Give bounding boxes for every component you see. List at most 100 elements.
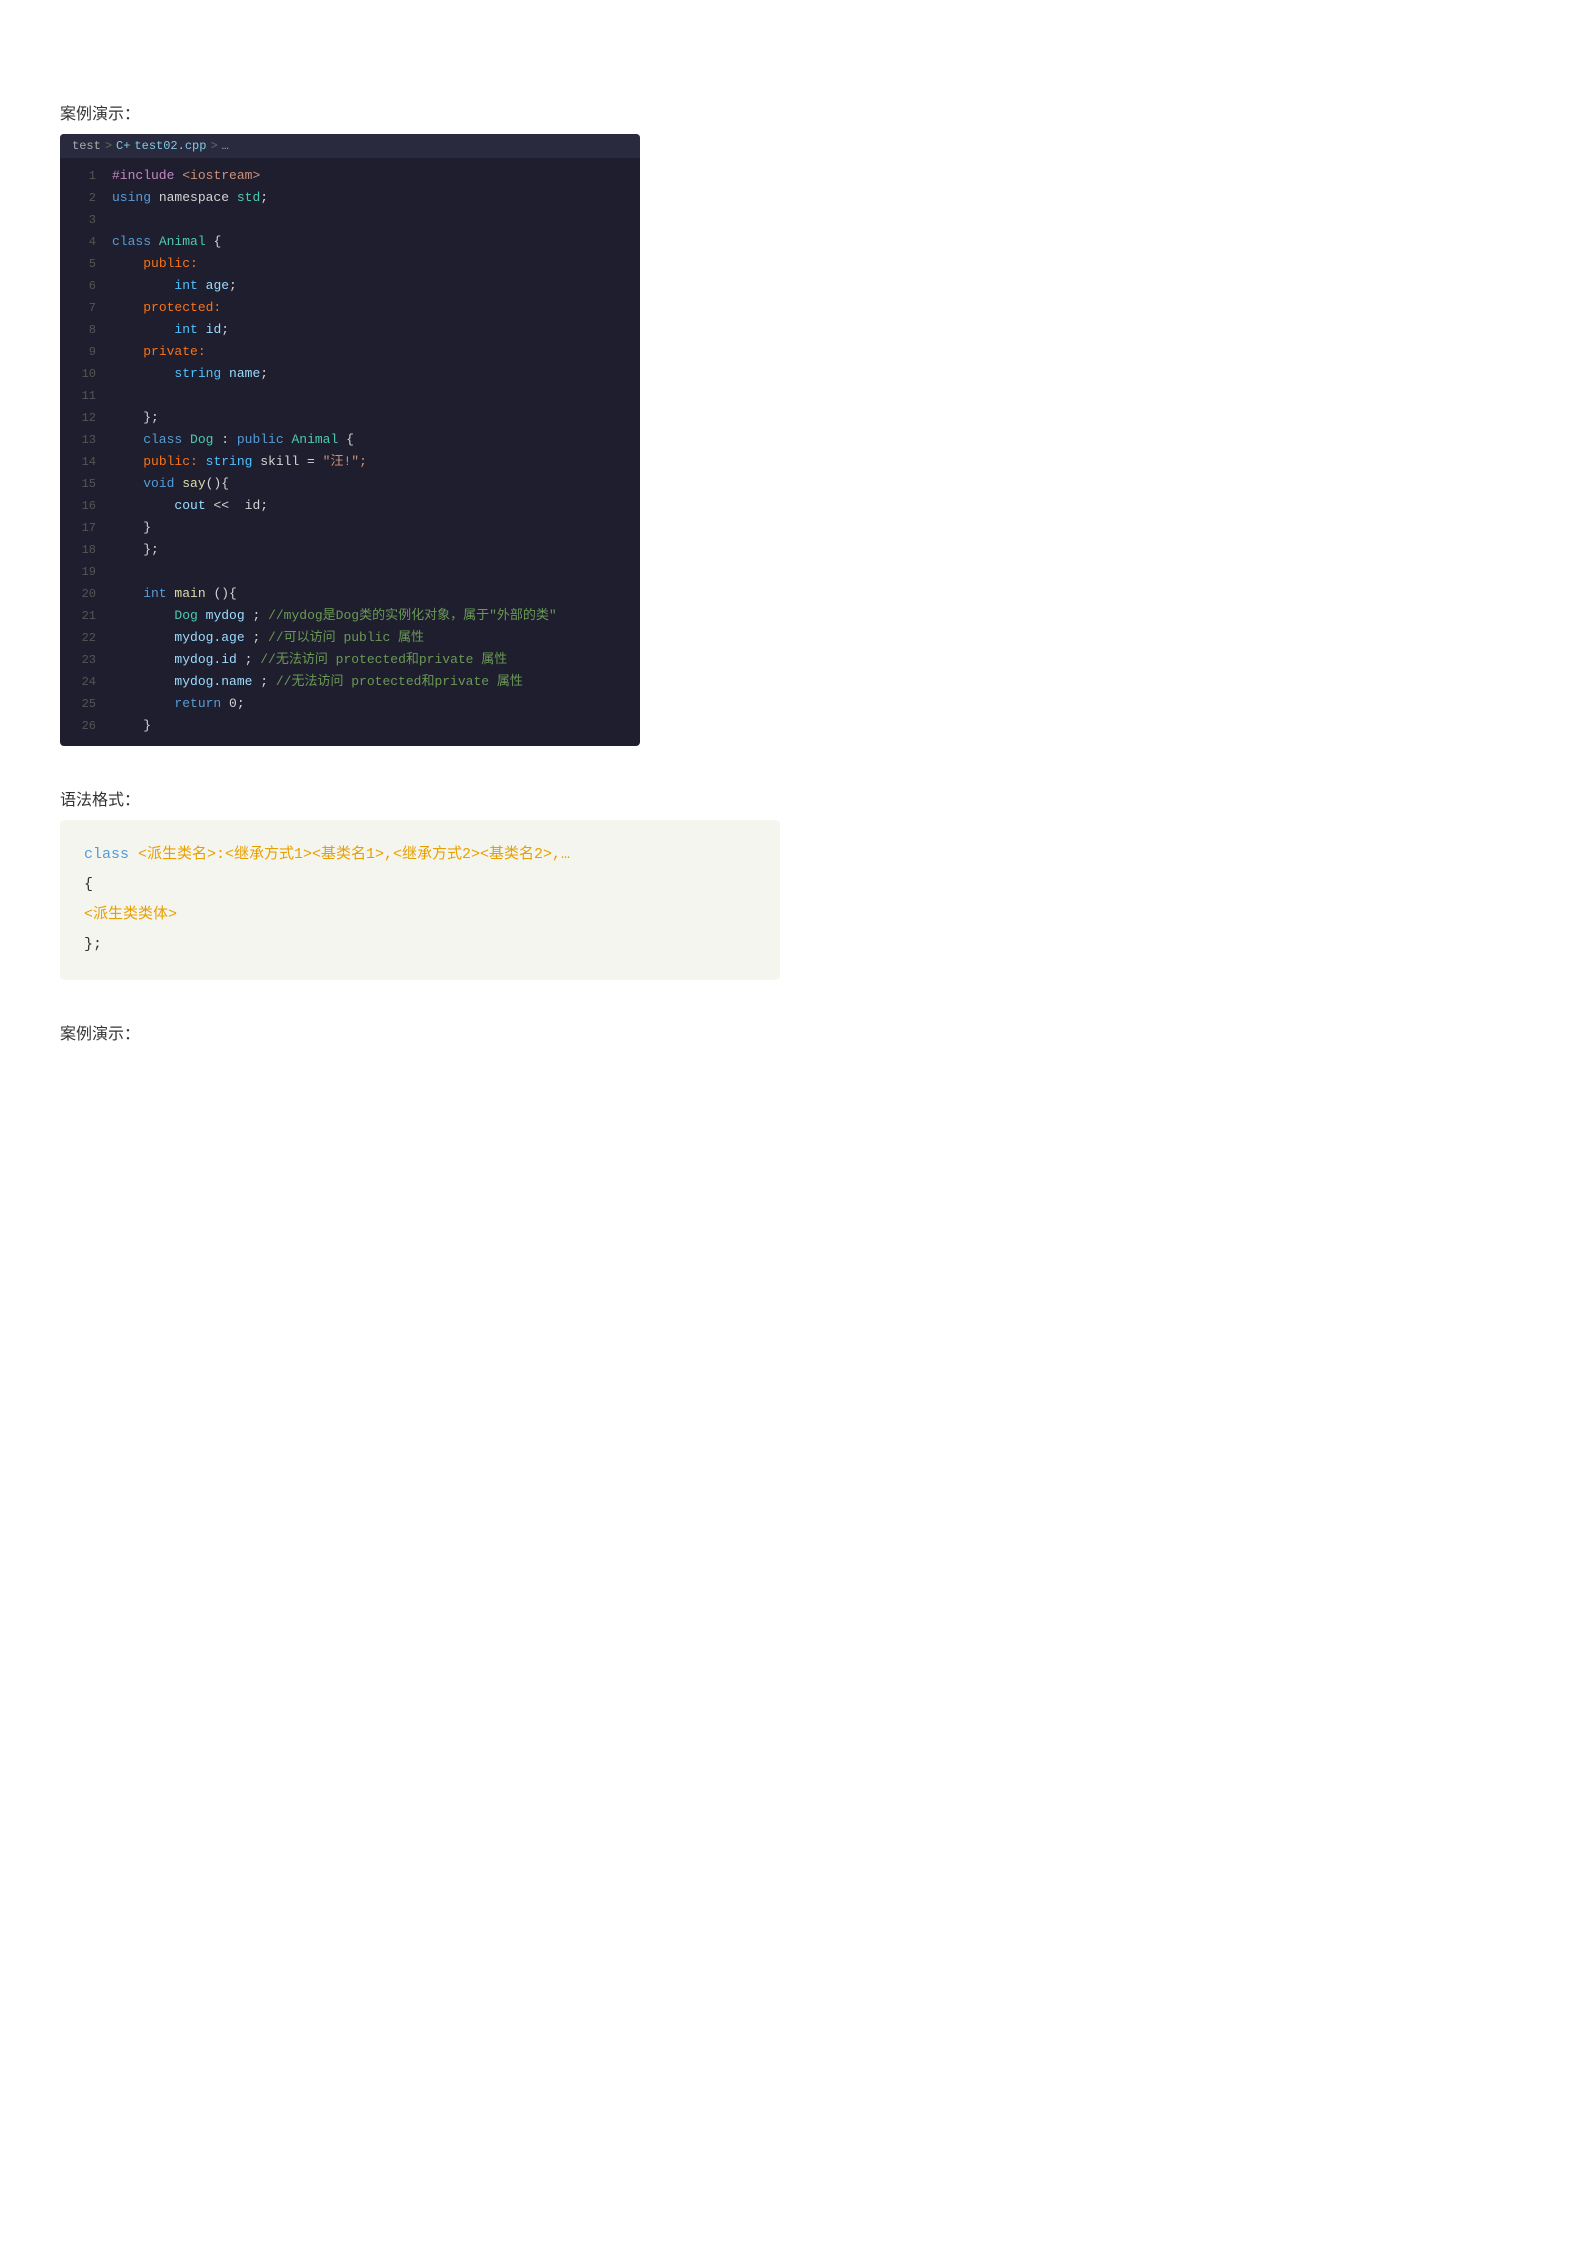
line-content [112,386,120,407]
code-line: 1 #include <iostream> [60,166,640,188]
line-number: 21 [68,606,96,626]
syntax-line1: class <派生类名>:<继承方式1><基类名1>,<继承方式2><基类名2>… [84,840,756,870]
line-content: mydog.name ; //无法访问 protected和private 属性 [112,672,523,693]
line-content [112,210,120,231]
line-content [112,562,120,583]
line-number: 24 [68,672,96,692]
breadcrumb-ellipsis: … [222,139,229,153]
syntax-body-placeholder: <派生类类体> [84,906,177,923]
line-number: 6 [68,276,96,296]
line-content: }; [112,408,159,429]
line-content: protected: [112,298,221,319]
line-content: #include <iostream> [112,166,260,187]
line-number: 17 [68,518,96,538]
code-line: 18 }; [60,540,640,562]
line-number: 16 [68,496,96,516]
line-content: private: [112,342,206,363]
code-line: 8 int id; [60,320,640,342]
breadcrumb-file: test02.cpp [134,139,206,153]
line-content: cout << id; [112,496,268,517]
code-editor: test > C+ test02.cpp > … 1 #include <iost… [60,134,640,746]
line-content: mydog.age ; //可以访问 public 属性 [112,628,424,649]
code-line: 2 using namespace std; [60,188,640,210]
code-line: 20 int main (){ [60,584,640,606]
line-number: 23 [68,650,96,670]
line-number: 14 [68,452,96,472]
line-number: 2 [68,188,96,208]
code-line: 11 [60,386,640,408]
breadcrumb-c: C+ [116,139,130,153]
line-content: void say(){ [112,474,229,495]
line-number: 5 [68,254,96,274]
syntax-brace-close: }; [84,936,102,953]
code-line: 10 string name; [60,364,640,386]
line-number: 19 [68,562,96,582]
breadcrumb-sep2: > [210,139,217,153]
line-content: using namespace std; [112,188,268,209]
line-content: } [112,716,151,737]
line-content: int age; [112,276,237,297]
line-number: 15 [68,474,96,494]
code-body: 1 #include <iostream> 2 using namespace std… [60,158,640,746]
code-line: 13 class Dog : public Animal { [60,430,640,452]
line-content: class Animal { [112,232,221,253]
line-number: 20 [68,584,96,604]
code-line: 7 protected: [60,298,640,320]
code-line: 17 } [60,518,640,540]
line-content: return 0; [112,694,245,715]
line-number: 22 [68,628,96,648]
syntax-class-body1: <派生类名>:<继承方式1><基类名1>,<继承方式2><基类名2>,… [138,846,570,863]
line-number: 18 [68,540,96,560]
code-line: 4 class Animal { [60,232,640,254]
code-line: 14 public: string skill = "汪!"; [60,452,640,474]
line-content: mydog.id ; //无法访问 protected和private 属性 [112,650,507,671]
line-number: 10 [68,364,96,384]
line-content: } [112,518,151,539]
code-line: 21 Dog mydog ; //mydog是Dog类的实例化对象，属于"外部的… [60,606,640,628]
code-line: 12 }; [60,408,640,430]
line-content: Dog mydog ; //mydog是Dog类的实例化对象，属于"外部的类" [112,606,557,627]
line-number: 7 [68,298,96,318]
breadcrumb-sep1: > [105,139,112,153]
section2-label: 语法格式： [60,786,1527,810]
line-content: string name; [112,364,268,385]
code-breadcrumb: test > C+ test02.cpp > … [60,134,640,158]
line-content: }; [112,540,159,561]
code-line: 22 mydog.age ; //可以访问 public 属性 [60,628,640,650]
line-number: 26 [68,716,96,736]
code-line: 19 [60,562,640,584]
syntax-line4: }; [84,930,756,960]
line-number: 9 [68,342,96,362]
line-number: 25 [68,694,96,714]
code-line: 9 private: [60,342,640,364]
syntax-line3: <派生类类体> [84,900,756,930]
line-content: class Dog : public Animal { [112,430,354,451]
syntax-line2: { [84,870,756,900]
syntax-block: class <派生类名>:<继承方式1><基类名1>,<继承方式2><基类名2>… [60,820,780,980]
code-line: 6 int age; [60,276,640,298]
code-line: 15 void say(){ [60,474,640,496]
page-container: 案例演示： test > C+ test02.cpp > … 1 #include… [60,100,1527,1044]
line-number: 4 [68,232,96,252]
line-number: 11 [68,386,96,406]
line-content: public: string skill = "汪!"; [112,452,367,473]
line-content: public: [112,254,198,275]
section3-label: 案例演示： [60,1020,1527,1044]
code-line: 3 [60,210,640,232]
code-line: 25 return 0; [60,694,640,716]
code-line: 24 mydog.name ; //无法访问 protected和private… [60,672,640,694]
line-number: 13 [68,430,96,450]
line-number: 1 [68,166,96,186]
code-line: 5 public: [60,254,640,276]
line-number: 3 [68,210,96,230]
breadcrumb-test: test [72,139,101,153]
line-content: int main (){ [112,584,237,605]
code-line: 23 mydog.id ; //无法访问 protected和private 属… [60,650,640,672]
line-number: 12 [68,408,96,428]
line-number: 8 [68,320,96,340]
section1-label: 案例演示： [60,100,1527,124]
syntax-brace-open: { [84,876,93,893]
line-content: int id; [112,320,229,341]
syntax-class-kw: class [84,846,129,863]
code-line: 26 } [60,716,640,738]
